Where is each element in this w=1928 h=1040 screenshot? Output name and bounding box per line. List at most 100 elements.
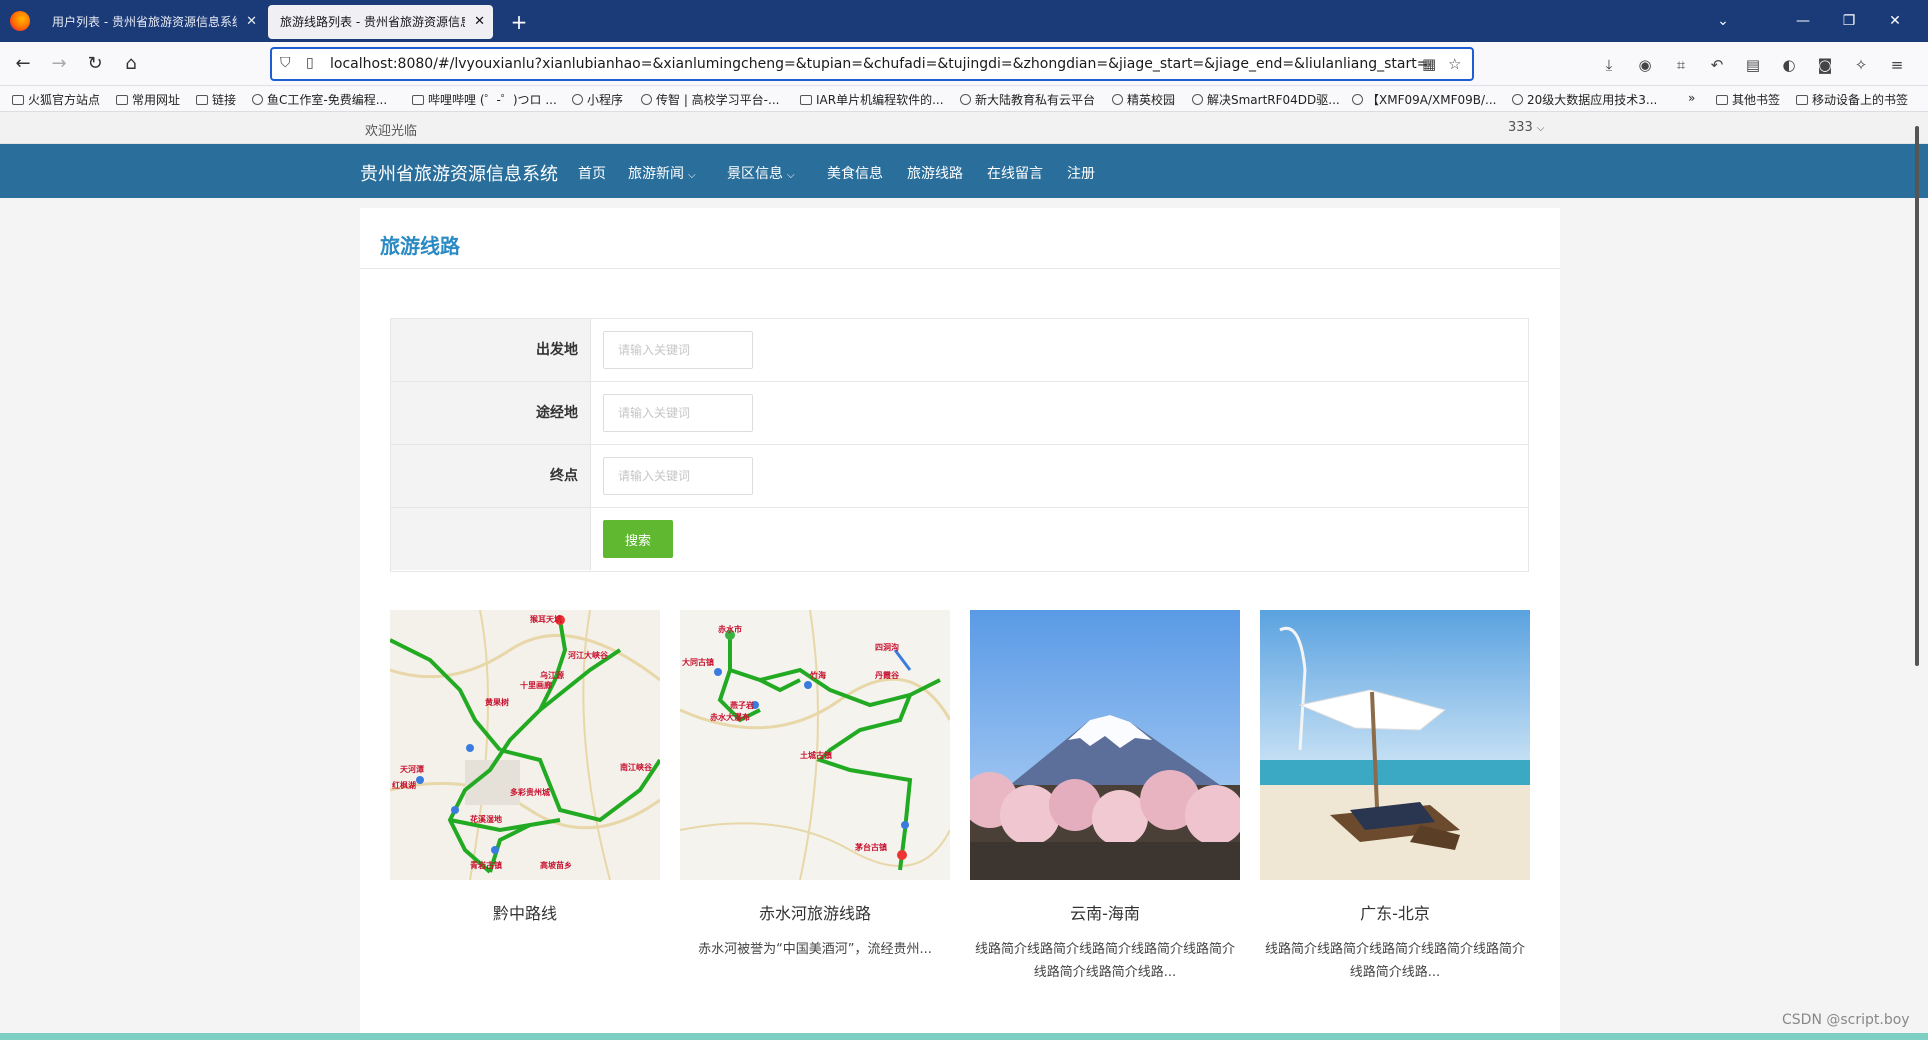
minimize-button[interactable]: — [1780, 0, 1826, 42]
map-label: 青岩古镇 [470, 860, 502, 870]
iar-icon [800, 95, 812, 105]
search-row-actions: 搜索 [391, 508, 1528, 571]
page-icon[interactable]: ▯ [306, 55, 314, 71]
search-row-via: 途经地 [391, 382, 1528, 445]
bookmark-item[interactable]: 小程序 [572, 91, 623, 108]
map-label: 茅台古镇 [854, 842, 887, 852]
tab-list-button[interactable]: ⌄ [1700, 0, 1746, 42]
mountain-cherry-blossom-photo [970, 610, 1240, 880]
chevron-down-icon: ⌵ [1536, 123, 1545, 134]
close-icon[interactable]: ✕ [246, 5, 257, 39]
miniprogram-icon [572, 94, 583, 105]
tab-user-list[interactable]: 用户列表 - 贵州省旅游资源信息系统 ✕ [40, 5, 265, 39]
shield-icon[interactable]: ⛉ [280, 55, 291, 71]
forward-icon[interactable]: → [44, 49, 74, 79]
bookmark-item[interactable]: 解决SmartRF04DD驱... [1192, 91, 1340, 108]
tab-title: 用户列表 - 贵州省旅游资源信息系统 [52, 15, 237, 29]
browser-toolbar: ← → ↻ ⌂ ⛉ ▯ localhost:8080/#/lvyouxianlu… [0, 42, 1928, 86]
route-map-image[interactable]: 猴耳天坑 河江大峡谷 乌江源 十里画廊 黄果树 天河潭 青岩古镇 红枫湖 花溪湿地 多彩贵州城 高坡… [390, 610, 660, 880]
tab-route-list[interactable]: 旅游线路列表 - 贵州省旅游资源信息 ✕ [268, 5, 493, 39]
route-name[interactable]: 广东-北京 [1260, 900, 1530, 924]
site-title[interactable]: 贵州省旅游资源信息系统 [360, 160, 558, 186]
globe-icon [1512, 94, 1523, 105]
bookmark-item[interactable]: 其他书签 [1716, 91, 1780, 108]
map-label: 高坡苗乡 [540, 860, 572, 870]
undo-icon[interactable]: ↶ [1704, 52, 1730, 78]
bookmarks-bar: 火狐官方站点 常用网址 链接 鱼C工作室-免费编程... 哔哩哔哩 (゜-゜)つ… [0, 86, 1928, 112]
departure-label: 出发地 [391, 319, 591, 381]
bookmark-item[interactable]: 传智 | 高校学习平台-... [641, 91, 779, 108]
search-button[interactable]: 搜索 [603, 520, 673, 558]
mask-icon[interactable]: ◙ [1812, 52, 1838, 78]
reload-icon[interactable]: ↻ [80, 49, 110, 79]
home-icon[interactable]: ⌂ [116, 49, 146, 79]
new-tab-button[interactable]: + [504, 7, 534, 37]
nav-travel-news[interactable]: 旅游新闻 ⌵ [628, 163, 696, 183]
globe-icon [1192, 94, 1203, 105]
route-name[interactable]: 赤水河旅游线路 [680, 900, 950, 924]
route-photo[interactable] [970, 610, 1240, 880]
download-icon[interactable]: ⤓ [1596, 52, 1622, 78]
watermark: CSDN @script.boy [1782, 1012, 1910, 1028]
nav-messages[interactable]: 在线留言 [987, 163, 1043, 183]
route-photo[interactable] [1260, 610, 1530, 880]
nav-scenic-info[interactable]: 景区信息 ⌵ [727, 163, 795, 183]
via-label: 途经地 [391, 382, 591, 444]
bookmark-item[interactable]: 火狐官方站点 [12, 91, 100, 108]
extension-icon[interactable]: ◐ [1776, 52, 1802, 78]
route-description: 线路简介线路简介线路简介线路简介线路简介线路简介线路简介线路... [974, 942, 1235, 980]
map-label: 乌江源 [540, 670, 564, 680]
nav-travel-routes[interactable]: 旅游线路 [907, 163, 963, 183]
route-map-image[interactable]: 赤水市 四洞沟 丹霞谷 大同古镇 竹海 燕子岩 赤水大瀑布 土城古镇 茅台古镇 [680, 610, 950, 880]
bookmark-item[interactable]: 常用网址 [116, 91, 180, 108]
firefox-logo-icon [10, 11, 30, 31]
folder-icon [116, 95, 128, 105]
bookmark-item[interactable]: 20级大数据应用技术3... [1512, 91, 1657, 108]
nav-home[interactable]: 首页 [578, 163, 606, 183]
close-icon[interactable]: ✕ [474, 5, 485, 39]
departure-input[interactable] [603, 331, 753, 369]
bookmarks-overflow-button[interactable]: » [1688, 91, 1695, 105]
route-description: 线路简介线路简介线路简介线路简介线路简介线路简介线路... [1264, 942, 1525, 980]
bilibili-icon [412, 95, 424, 105]
nav-food-info[interactable]: 美食信息 [827, 163, 883, 183]
bookmark-star-icon[interactable]: ☆ [1448, 55, 1461, 73]
bookmark-item[interactable]: 【XMF09A/XMF09B/... [1352, 91, 1496, 108]
route-name[interactable]: 云南-海南 [970, 900, 1240, 924]
bookmark-item[interactable]: 鱼C工作室-免费编程... [252, 91, 387, 108]
back-icon[interactable]: ← [8, 49, 38, 79]
destination-input[interactable] [603, 457, 753, 495]
crop-icon[interactable]: ⌗ [1668, 52, 1694, 78]
beach-umbrella-photo [1260, 610, 1530, 880]
via-input[interactable] [603, 394, 753, 432]
bookmark-item[interactable]: 新大陆教育私有云平台 [960, 91, 1095, 108]
map-label: 花溪湿地 [470, 814, 502, 824]
user-menu[interactable]: 333 ⌵ [1508, 120, 1544, 135]
bookmark-item[interactable]: 链接 [196, 91, 236, 108]
globe-icon [641, 94, 652, 105]
extension-globe-icon[interactable]: ◉ [1632, 52, 1658, 78]
route-name[interactable]: 黔中路线 [390, 900, 660, 924]
map-label: 大同古镇 [682, 657, 714, 667]
bookmark-item[interactable]: IAR单片机编程软件的... [800, 91, 944, 108]
route-description: 赤水河被誉为“中国美酒河”，流经贵州... [698, 942, 932, 957]
menu-icon[interactable]: ≡ [1884, 52, 1910, 78]
bookmark-item[interactable]: 精英校园 [1112, 91, 1175, 108]
bookmark-item[interactable]: 移动设备上的书签 [1796, 91, 1908, 108]
extensions-puzzle-icon[interactable]: ✧ [1848, 52, 1874, 78]
qr-code-icon[interactable]: ▦ [1422, 55, 1436, 73]
restore-button[interactable]: ❐ [1826, 0, 1872, 42]
map-label: 天河潭 [400, 764, 424, 774]
bookmark-item[interactable]: 哔哩哔哩 (゜-゜)つロ ... [412, 91, 557, 108]
url-text[interactable]: localhost:8080/#/lvyouxianlu?xianlubianh… [330, 56, 1430, 72]
mobile-icon [1796, 95, 1808, 105]
address-bar[interactable]: ⛉ ▯ localhost:8080/#/lvyouxianlu?xianlub… [270, 47, 1474, 81]
search-row-destination: 终点 [391, 445, 1528, 508]
nav-register[interactable]: 注册 [1067, 163, 1095, 183]
folder-icon [12, 95, 24, 105]
reader-icon[interactable]: ▤ [1740, 52, 1766, 78]
destination-label: 终点 [391, 445, 591, 507]
search-form: 出发地 途经地 终点 搜索 [390, 318, 1529, 572]
close-window-button[interactable]: ✕ [1872, 0, 1918, 42]
page-scrollbar[interactable] [1915, 126, 1919, 666]
